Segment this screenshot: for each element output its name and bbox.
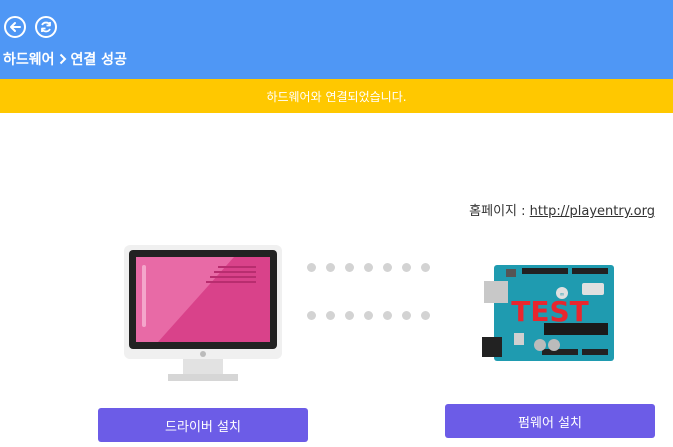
refresh-icon xyxy=(41,21,51,33)
computer-monitor-icon xyxy=(124,245,282,381)
arrow-left-icon xyxy=(10,22,21,32)
homepage-link: 홈페이지 : http://playentry.org xyxy=(469,200,655,219)
firmware-install-button[interactable]: 펌웨어 설치 xyxy=(445,404,655,438)
homepage-url[interactable]: http://playentry.org xyxy=(530,204,655,219)
board-test-text: TEST xyxy=(511,295,589,328)
breadcrumb: 하드웨어 연결 성공 xyxy=(3,49,127,69)
homepage-label: 홈페이지 : xyxy=(469,204,530,219)
refresh-button[interactable] xyxy=(35,16,57,38)
breadcrumb-root[interactable]: 하드웨어 xyxy=(3,49,55,69)
driver-install-button[interactable]: 드라이버 설치 xyxy=(98,408,308,442)
connection-notice: 하드웨어와 연결되었습니다. xyxy=(0,79,673,113)
breadcrumb-current: 연결 성공 xyxy=(70,52,127,68)
arduino-board-icon: ∞ TEST xyxy=(482,265,614,361)
chevron-right-icon xyxy=(59,53,66,65)
back-button[interactable] xyxy=(4,16,26,38)
notice-text: 하드웨어와 연결되었습니다. xyxy=(266,89,407,104)
connection-dots xyxy=(307,263,430,359)
header-bar: 하드웨어 연결 성공 xyxy=(0,0,673,79)
